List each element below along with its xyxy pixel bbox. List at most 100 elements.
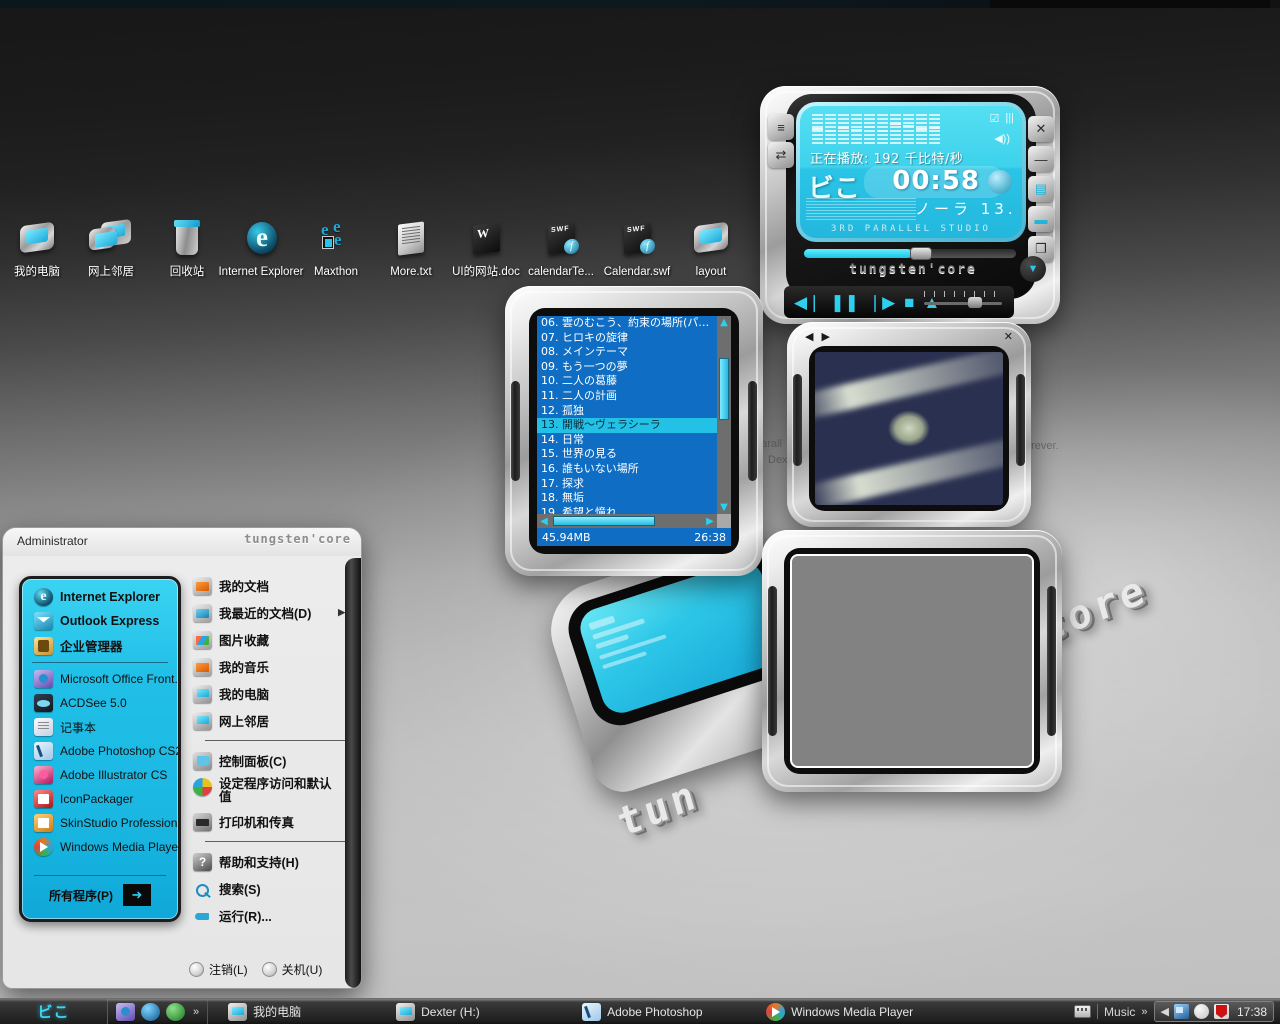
scroll-right-icon[interactable]: ▶ [703, 516, 717, 527]
start-item-internet-explorer[interactable]: Internet Explorer [28, 585, 172, 609]
volume-thumb[interactable] [968, 297, 982, 308]
taskbar-item-my-computer[interactable]: 我的电脑 [218, 1001, 368, 1023]
vertical-scrollbar-thumb[interactable] [719, 358, 729, 420]
start-item-notepad[interactable]: 记事本 [28, 715, 172, 739]
seek-slider[interactable] [804, 247, 1016, 260]
visualizer-icon[interactable]: ▬ [1028, 206, 1054, 232]
start-item-skinstudio[interactable]: SkinStudio Professional [28, 811, 178, 835]
music-toolbar-label[interactable]: Music [1104, 1005, 1135, 1019]
list-item[interactable]: 11. 二人の計画 [537, 389, 717, 404]
shuffle-icon[interactable]: ⇄ [768, 142, 794, 168]
start-item-my-documents[interactable]: 我的文档 [189, 572, 347, 599]
antivirus-icon[interactable] [1213, 1004, 1229, 1019]
list-item[interactable]: 12. 孤独 [537, 404, 717, 419]
next-visualization-icon[interactable]: ▶ [821, 330, 829, 343]
music-toolbar-chevron-icon[interactable]: » [1141, 1006, 1147, 1018]
start-item-acdsee[interactable]: ACDSee 5.0 [28, 691, 172, 715]
taskbar-item-dexter-drive[interactable]: Dexter (H:) [386, 1001, 556, 1023]
browser-icon[interactable] [166, 1002, 185, 1021]
list-item[interactable]: 18. 無垢 [537, 491, 717, 506]
list-item[interactable]: 17. 探求 [537, 477, 717, 492]
volume-icon[interactable]: ◀)) [994, 132, 1010, 145]
shut-down-button[interactable]: 关机(U) [261, 961, 322, 978]
start-item-control-panel[interactable]: 控制面板(C) [189, 747, 347, 774]
horizontal-scrollbar-thumb[interactable] [553, 516, 655, 526]
taskbar-item-adobe-photoshop[interactable]: Adobe Photoshop [572, 1001, 742, 1023]
previous-visualization-icon[interactable]: ◀ [805, 330, 813, 343]
start-item-run[interactable]: 运行(R)... [189, 902, 347, 929]
desktop-icon-more-txt[interactable]: More.txt [368, 221, 454, 279]
start-menu[interactable]: Administrator tungsten'core Internet Exp… [2, 527, 362, 989]
playlist-window[interactable]: 06. 雲のむこう、約束の場所(パ… 07. ヒロキの旋律 08. メインテーマ… [505, 286, 763, 576]
desktop-icon-calendar-template-swf[interactable]: SWF f calendarTe... [518, 222, 604, 279]
pause-button[interactable]: ❚❚ [830, 294, 859, 311]
start-item-frontpage[interactable]: Microsoft Office Front... [28, 667, 178, 691]
clock[interactable]: 17:38 [1234, 1005, 1267, 1019]
visualization-window[interactable]: ◀ ▶ ✕ [787, 322, 1031, 527]
visualization-canvas[interactable] [815, 352, 1003, 505]
previous-button[interactable]: ◀❘ [794, 294, 821, 311]
vertical-scrollbar[interactable]: ▲ ▼ [717, 316, 731, 514]
show-desktop-icon[interactable] [116, 1002, 135, 1021]
list-item[interactable]: 10. 二人の葛藤 [537, 374, 717, 389]
start-item-iconpackager[interactable]: IconPackager [28, 787, 172, 811]
scroll-down-icon[interactable]: ▼ [717, 501, 731, 514]
list-item-selected[interactable]: 13. 開戦～ヴェラシーラ [537, 418, 717, 433]
taskbar[interactable]: ビこ » 我的电脑 Dexter (H:) Adobe Photoshop Wi… [0, 998, 1280, 1024]
media-player-window[interactable]: ≡ ⇄ ✕ — ▤ ▬ ❐ ☑ ||| ◀)) 正在播放: 192 千比特/秒 … [760, 86, 1060, 324]
desktop-icon-maxthon[interactable]: eee Maxthon [293, 217, 379, 279]
scroll-left-icon[interactable]: ◀ [537, 516, 551, 527]
start-item-my-computer[interactable]: 我的电脑 [189, 680, 347, 707]
list-item[interactable]: 19. 希望と憧れ [537, 506, 717, 514]
start-item-printers-and-faxes[interactable]: 打印机和传真 [189, 808, 347, 835]
close-icon[interactable]: ✕ [1004, 330, 1013, 343]
playlist-rows[interactable]: 06. 雲のむこう、約束の場所(パ… 07. ヒロキの旋律 08. メインテーマ… [537, 316, 717, 514]
jog-knob[interactable] [988, 170, 1012, 194]
desktop[interactable]: tun core parall Dex orever. 我的电脑 网上邻居 回收… [0, 0, 1280, 1000]
scroll-up-icon[interactable]: ▲ [717, 316, 731, 329]
horizontal-scrollbar[interactable]: ◀ ▶ [537, 514, 717, 528]
list-item[interactable]: 16. 誰もいない場所 [537, 462, 717, 477]
keyboard-icon[interactable] [1074, 1005, 1092, 1018]
equalizer-icon[interactable]: ||| [1005, 112, 1014, 125]
start-item-illustrator[interactable]: Adobe Illustrator CS [28, 763, 172, 787]
desktop-icon-network-places[interactable]: 网上邻居 [68, 218, 154, 279]
network-icon[interactable] [1173, 1004, 1189, 1019]
start-item-photoshop[interactable]: Adobe Photoshop CS2 [28, 739, 178, 763]
repeat-checkbox-icon[interactable]: ☑ [990, 112, 1000, 125]
desktop-icon-word-doc[interactable]: W UI的网站.doc [443, 222, 529, 279]
start-button[interactable]: ビこ [0, 999, 108, 1024]
menu-icon[interactable]: ≡ [768, 114, 794, 140]
minimize-icon[interactable]: — [1028, 146, 1054, 172]
desktop-icon-layout[interactable]: layout [668, 221, 754, 279]
start-item-network-places[interactable]: 网上邻居 [189, 707, 347, 734]
start-item-search[interactable]: 搜索(S) [189, 875, 347, 902]
list-item[interactable]: 06. 雲のむこう、約束の場所(パ… [537, 316, 717, 331]
all-programs-button[interactable]: 所有程序(P) ➜ [22, 875, 178, 915]
desktop-icon-internet-explorer[interactable]: Internet Explorer [218, 222, 304, 279]
start-item-recent-documents[interactable]: 我最近的文档(D) ▶ [189, 599, 347, 626]
start-item-windows-media-player[interactable]: Windows Media Player [28, 835, 178, 859]
list-item[interactable]: 09. もう一つの夢 [537, 360, 717, 375]
start-item-enterprise-manager[interactable]: 企业管理器 [28, 633, 172, 658]
stop-button[interactable]: ■ [904, 294, 914, 311]
seek-thumb[interactable] [910, 247, 932, 260]
list-item[interactable]: 08. メインテーマ [537, 345, 717, 360]
expand-tray-chevron-icon[interactable]: ◀ [1161, 1005, 1169, 1018]
start-item-help-and-support[interactable]: 帮助和支持(H) [189, 848, 347, 875]
list-item[interactable]: 07. ヒロキの旋律 [537, 331, 717, 346]
empty-panel-window[interactable] [762, 530, 1062, 792]
empty-panel-content[interactable] [790, 554, 1034, 768]
playlist-list[interactable]: 06. 雲のむこう、約束の場所(パ… 07. ヒロキの旋律 08. メインテーマ… [537, 316, 731, 546]
next-button[interactable]: ❘▶ [868, 294, 895, 311]
list-item[interactable]: 15. 世界の見る [537, 447, 717, 462]
start-item-my-pictures[interactable]: 图片收藏 [189, 626, 347, 653]
messenger-icon[interactable] [1193, 1004, 1209, 1019]
volume-slider[interactable] [924, 291, 1002, 308]
start-item-outlook-express[interactable]: Outlook Express [28, 609, 172, 633]
start-item-my-music[interactable]: 我的音乐 [189, 653, 347, 680]
start-item-set-program-access[interactable]: 设定程序访问和默认值 [189, 774, 347, 808]
maxthon-icon[interactable] [141, 1002, 160, 1021]
taskbar-item-windows-media-player[interactable]: Windows Media Player [756, 1001, 926, 1023]
close-icon[interactable]: ✕ [1028, 116, 1054, 142]
